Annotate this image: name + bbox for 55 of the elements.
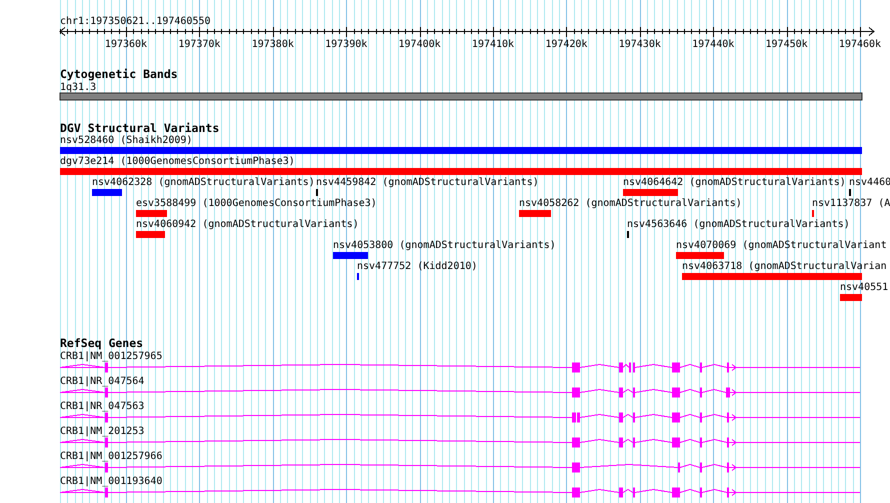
gene-model-drawing[interactable] bbox=[60, 462, 860, 472]
tick-label: 197400k bbox=[398, 39, 441, 50]
variant-bar[interactable] bbox=[60, 168, 862, 175]
tick-label: 197370k bbox=[178, 39, 220, 50]
tick-label: 197380k bbox=[252, 39, 294, 50]
track-title: DGV Structural Variants bbox=[60, 121, 220, 135]
variant-label: nsv528460 (Shaikh2009) bbox=[60, 135, 192, 146]
band-label: 1q31.3 bbox=[60, 82, 96, 93]
gene-model-drawing[interactable] bbox=[60, 488, 860, 498]
variant-bar[interactable] bbox=[60, 147, 862, 154]
gene-model-drawing[interactable] bbox=[60, 388, 860, 398]
variant-bar[interactable] bbox=[136, 231, 165, 238]
tick-label: 197440k bbox=[692, 39, 734, 50]
transcript-label: CRB1|NR_047564 bbox=[60, 376, 144, 387]
variant-label: nsv4064642 (gnomADStructuralVariants) bbox=[623, 177, 846, 188]
location-label: chr1:197350621..197460550 bbox=[60, 16, 211, 27]
variant-bar[interactable] bbox=[136, 210, 167, 217]
variant-label: esv3588499 (1000GenomesConsortiumPhase3) bbox=[136, 198, 377, 209]
gene-model-drawing[interactable] bbox=[60, 362, 860, 372]
tick-label: 197390k bbox=[325, 39, 368, 50]
variant-label: nsv4070069 (gnomADStructuralVariant bbox=[676, 240, 887, 251]
tick-label: 197420k bbox=[545, 39, 588, 50]
tick-label: 197410k bbox=[472, 39, 514, 50]
transcript-label: CRB1|NR_047563 bbox=[60, 401, 144, 412]
tick-label: 197460k bbox=[838, 39, 882, 50]
variant-label: nsv4060942 (gnomADStructuralVariants) bbox=[136, 219, 359, 230]
transcript-label: CRB1|NM_001193640 bbox=[60, 476, 162, 487]
gene-model-drawing[interactable] bbox=[60, 412, 860, 422]
track-title: Cytogenetic Bands bbox=[60, 67, 178, 81]
variant-bar[interactable] bbox=[92, 189, 122, 196]
tick-label: 197360k bbox=[104, 39, 148, 50]
tick-label: 197430k bbox=[618, 39, 661, 50]
transcript-label: CRB1|NM_001257965 bbox=[60, 351, 162, 362]
transcript-label: CRB1|NM_001257966 bbox=[60, 451, 162, 462]
variant-label: nsv1137837 (A bbox=[812, 198, 890, 209]
variant-label: nsv4563646 (gnomADStructuralVariants) bbox=[627, 219, 850, 230]
variant-label: nsv4459842 (gnomADStructuralVariants) bbox=[316, 177, 539, 188]
variant-label: nsv40551 bbox=[840, 282, 888, 293]
variant-bar[interactable] bbox=[682, 273, 862, 280]
gene-model-drawing[interactable] bbox=[60, 438, 860, 448]
variant-label: nsv4058262 (gnomADStructuralVariants) bbox=[519, 198, 742, 209]
variant-label: nsv4063718 (gnomADStructuralVarian bbox=[682, 261, 887, 272]
variant-label: nsv4053800 (gnomADStructuralVariants) bbox=[333, 240, 556, 251]
variant-bar[interactable] bbox=[519, 210, 551, 217]
variant-label: dgv73e214 (1000GenomesConsortiumPhase3) bbox=[60, 156, 295, 167]
transcript-label: CRB1|NM_201253 bbox=[60, 426, 144, 437]
variant-bar[interactable] bbox=[840, 294, 862, 301]
variant-bar[interactable] bbox=[676, 252, 724, 259]
cytoband-bar[interactable] bbox=[60, 92, 862, 100]
variant-label: nsv4062328 (gnomADStructuralVariants) bbox=[92, 177, 315, 188]
tick-label: 197450k bbox=[766, 39, 808, 50]
variant-bar[interactable] bbox=[623, 189, 678, 196]
variant-label: nsv477752 (Kidd2010) bbox=[357, 261, 478, 272]
variant-bar[interactable] bbox=[333, 252, 368, 259]
track-title: RefSeq Genes bbox=[60, 336, 144, 350]
